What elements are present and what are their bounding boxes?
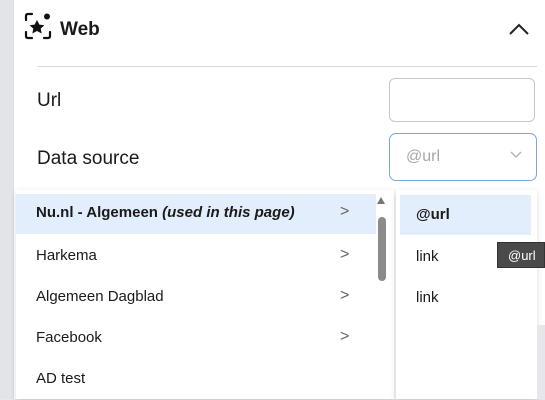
field-option-label: link: [416, 248, 439, 265]
data-source-select[interactable]: @url: [389, 133, 537, 181]
field-option-label: @url: [416, 206, 450, 223]
section-divider: [37, 66, 537, 67]
menu-item-note: (used in this page): [162, 204, 295, 221]
data-source-label: Data source: [37, 148, 140, 169]
menu-item-algemeen-dagblad[interactable]: Algemeen Dagblad >: [16, 278, 376, 318]
left-strip: [0, 0, 13, 399]
field-option-link[interactable]: link: [400, 278, 531, 318]
menu-item-label: Facebook: [36, 329, 102, 346]
chevron-down-icon: [510, 151, 522, 158]
sparkle-frame-icon: [24, 12, 52, 40]
menu-item-label: AD test: [36, 370, 86, 387]
submenu-arrow-icon: >: [340, 287, 350, 304]
tooltip: @url: [497, 242, 545, 268]
field-submenu: @url link link: [396, 190, 537, 399]
data-source-value: @url: [406, 148, 441, 165]
url-input[interactable]: [389, 78, 535, 122]
menu-item-label: Harkema: [36, 247, 97, 264]
collapse-chevron-icon[interactable]: [508, 20, 530, 38]
data-source-menu: Nu.nl - Algemeen (used in this page) > H…: [16, 190, 394, 399]
section-title: Web: [60, 19, 100, 40]
menu-item-label: Algemeen Dagblad: [36, 288, 164, 305]
field-option-label: link: [416, 289, 439, 306]
submenu-arrow-icon: >: [340, 328, 350, 345]
url-label: Url: [37, 90, 62, 111]
field-option-url[interactable]: @url: [400, 195, 531, 235]
submenu-arrow-icon: >: [340, 246, 350, 263]
submenu-arrow-icon: >: [340, 203, 350, 220]
menu-item-harkema[interactable]: Harkema >: [16, 237, 376, 277]
menu-item-nu-nl[interactable]: Nu.nl - Algemeen (used in this page) >: [16, 194, 376, 234]
menu-scrollbar-thumb[interactable]: [378, 217, 386, 281]
menu-item-label: Nu.nl - Algemeen (used in this page): [36, 204, 295, 221]
menu-item-ad-test[interactable]: AD test: [16, 360, 376, 400]
scroll-up-arrow-icon[interactable]: [377, 197, 385, 204]
right-edge-strip: [537, 325, 545, 399]
menu-item-facebook[interactable]: Facebook >: [16, 319, 376, 359]
